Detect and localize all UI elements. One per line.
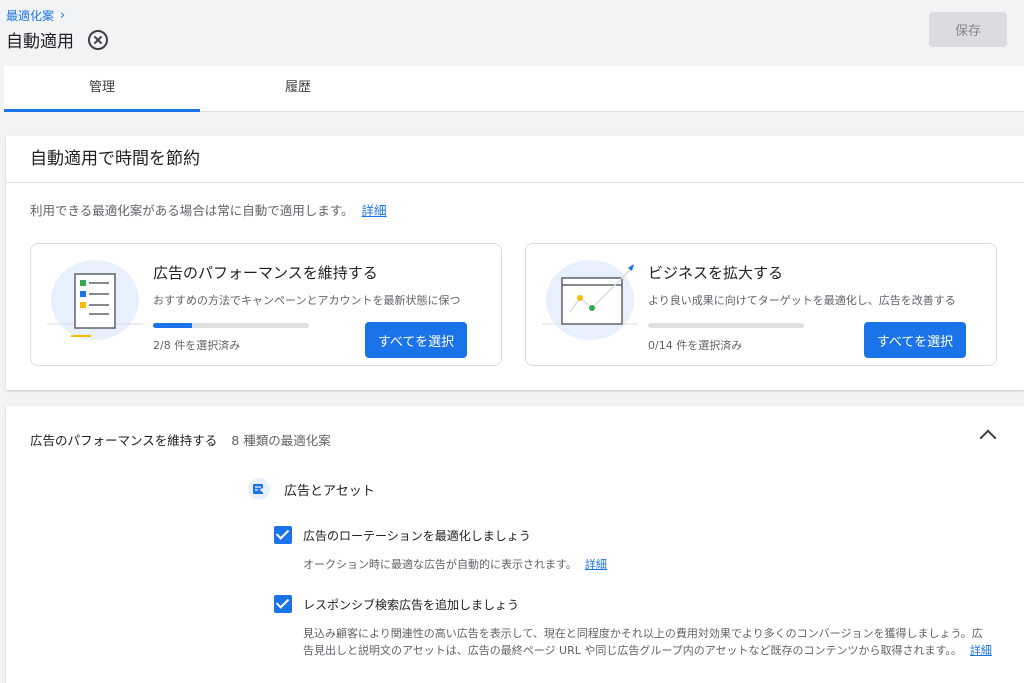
- option-card-grow-business: ビジネスを拡大する より良い成果に向けてターゲットを最適化し、広告を改善する 0…: [525, 243, 997, 366]
- learn-more-link[interactable]: 詳細: [970, 644, 992, 657]
- learn-more-link[interactable]: 詳細: [362, 203, 387, 218]
- tab-bar: 管理 履歴: [4, 66, 1024, 112]
- section-count: 8 種類の最適化案: [231, 433, 331, 448]
- tab-manage[interactable]: 管理: [4, 66, 200, 112]
- option-description: より良い成果に向けてターゲットを最適化し、広告を改善する: [648, 294, 956, 307]
- recommendations-section: 広告のパフォーマンスを維持する 8 種類の最適化案 広告とアセット 広告のローテ…: [6, 406, 1024, 683]
- selected-count: 2/8 件を選択済み: [153, 339, 241, 352]
- option-card-maintain-performance: 広告のパフォーマンスを維持する おすすめの方法でキャンペーンとアカウントを最新状…: [30, 243, 502, 366]
- recommendation-checkbox[interactable]: [274, 526, 292, 544]
- recommendation-checkbox[interactable]: [274, 595, 292, 613]
- breadcrumb-link[interactable]: 最適化案: [6, 7, 54, 24]
- progress-fill: [153, 323, 192, 328]
- option-title: ビジネスを拡大する: [648, 264, 784, 282]
- page-title: 自動適用: [6, 27, 108, 52]
- section-header[interactable]: 広告のパフォーマンスを維持する 8 種類の最適化案: [30, 430, 331, 449]
- progress-bar: [153, 323, 309, 328]
- chevron-right-icon: ›: [60, 8, 66, 23]
- recommendation-description-text: 見込み顧客により関連性の高い広告を表示して、現在と同程度かそれ以上の費用対効果で…: [303, 627, 983, 657]
- recommendation-title: 広告のローテーションを最適化しましょう: [303, 529, 531, 543]
- card-description-text: 利用できる最適化案がある場合は常に自動で適用します。: [30, 203, 354, 218]
- option-title: 広告のパフォーマンスを維持する: [153, 264, 378, 282]
- card-title: 自動適用で時間を節約: [6, 136, 1024, 183]
- save-button[interactable]: 保存: [929, 12, 1007, 47]
- select-all-button[interactable]: すべてを選択: [864, 322, 966, 358]
- auto-apply-card: 自動適用で時間を節約 利用できる最適化案がある場合は常に自動で適用します。 詳細 …: [6, 136, 1024, 390]
- tab-history[interactable]: 履歴: [200, 66, 396, 111]
- progress-bar: [648, 323, 804, 328]
- recommendation-description-text: オークション時に最適な広告が自動的に表示されます。: [303, 558, 577, 571]
- select-all-button[interactable]: すべてを選択: [365, 322, 467, 358]
- category-ads-assets: 広告とアセット: [248, 478, 375, 500]
- option-description: おすすめの方法でキャンペーンとアカウントを最新状態に保つ: [153, 294, 461, 307]
- recommendation-description: オークション時に最適な広告が自動的に表示されます。 詳細: [303, 556, 983, 573]
- close-icon[interactable]: [88, 29, 108, 50]
- checklist-illustration-icon: [47, 260, 143, 340]
- recommendation-description: 見込み顧客により関連性の高い広告を表示して、現在と同程度かそれ以上の費用対効果で…: [303, 625, 993, 659]
- recommendation-title: レスポンシブ検索広告を追加しましょう: [303, 598, 520, 612]
- category-label: 広告とアセット: [284, 483, 375, 499]
- page-title-text: 自動適用: [6, 32, 74, 52]
- chevron-up-icon[interactable]: [979, 429, 997, 447]
- selected-count: 0/14 件を選択済み: [648, 339, 743, 352]
- section-title: 広告のパフォーマンスを維持する: [30, 433, 218, 448]
- learn-more-link[interactable]: 詳細: [585, 558, 607, 571]
- ad-assets-icon: [248, 478, 270, 500]
- breadcrumb[interactable]: 最適化案 ›: [6, 7, 65, 24]
- card-description: 利用できる最適化案がある場合は常に自動で適用します。 詳細: [30, 200, 387, 219]
- growth-chart-illustration-icon: [542, 260, 638, 340]
